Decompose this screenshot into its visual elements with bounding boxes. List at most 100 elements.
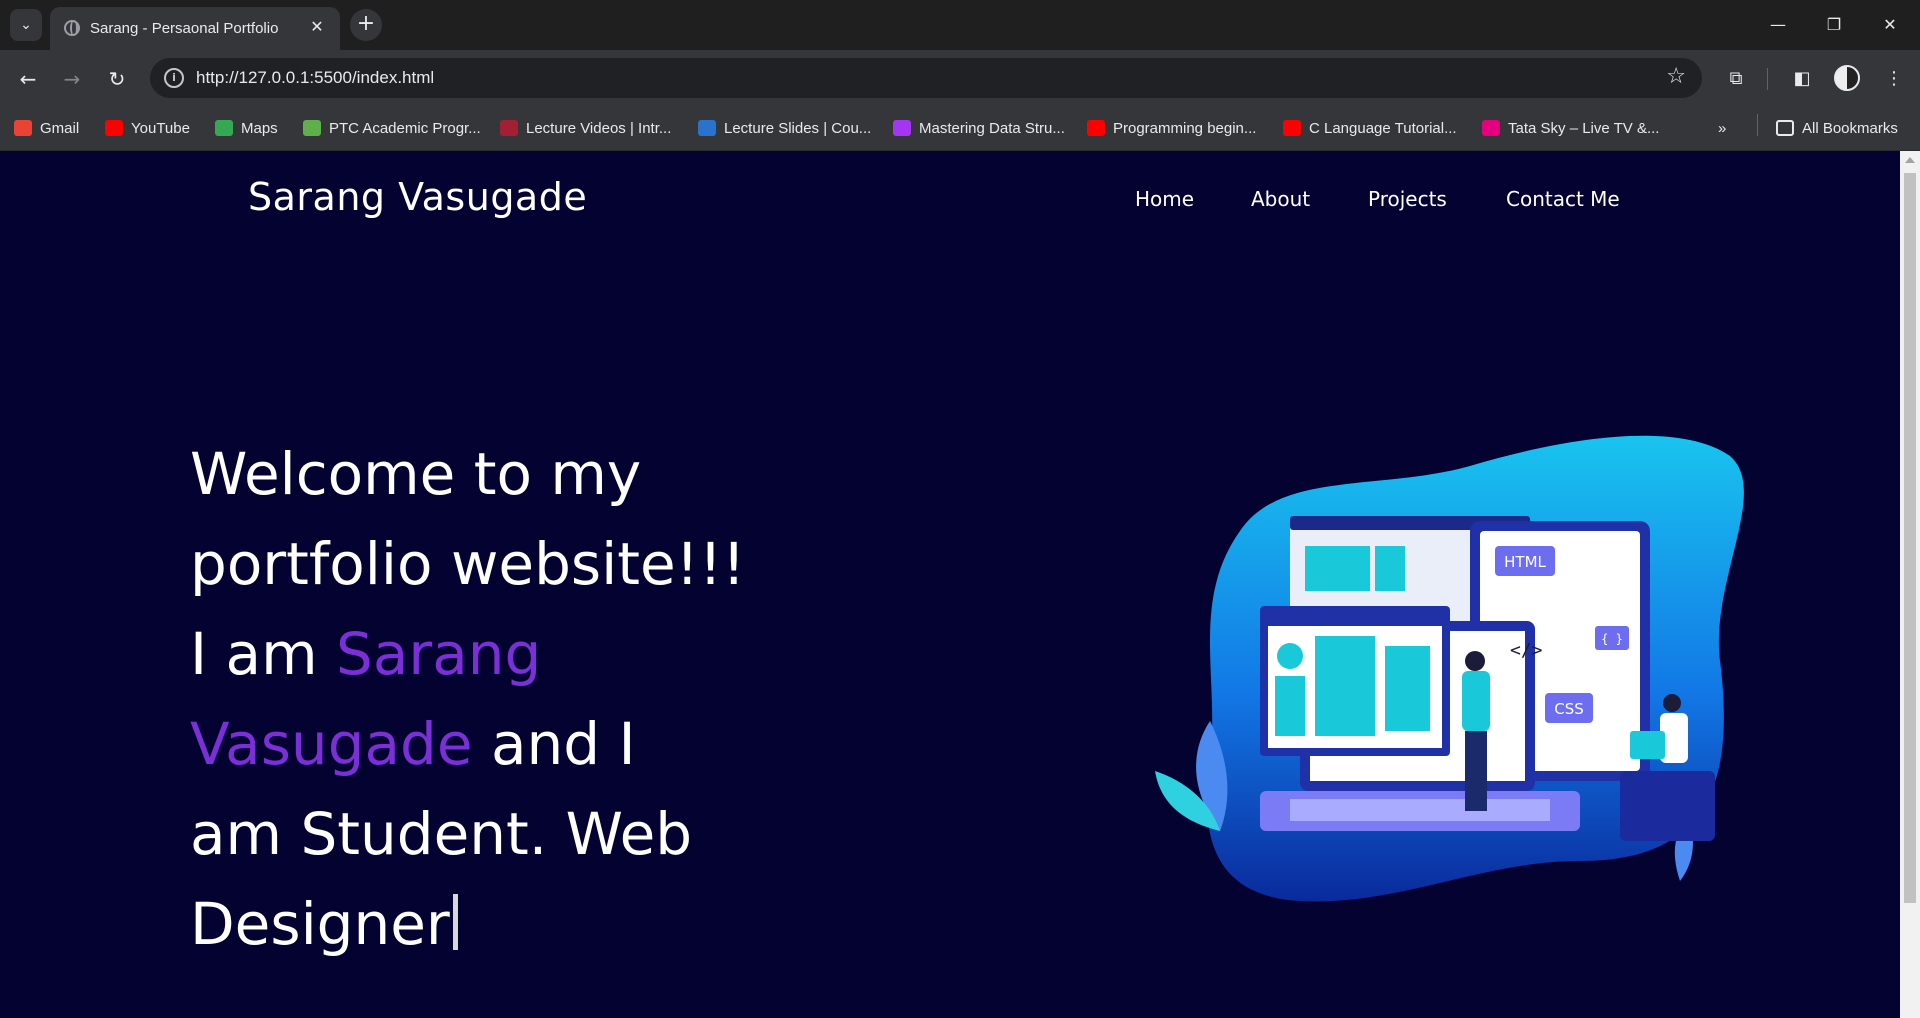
bookmarks-bar: Gmail YouTube Maps PTC Academic Progr... Lec… <box>0 106 1920 151</box>
back-button[interactable]: ← <box>12 63 44 95</box>
avatar-shape <box>1277 643 1303 669</box>
browser-chrome: ⌄ Sarang - Persaonal Portfolio ✕ + — ❐ ✕… <box>0 0 1920 151</box>
bookmark-star-icon[interactable]: ☆ <box>1666 64 1686 89</box>
card-block <box>1305 546 1370 591</box>
tab-title: Sarang - Persaonal Portfolio <box>90 20 279 37</box>
toolbar: ← → ↻ i ☆ ⧉ ◧ ⋮ <box>0 50 1920 106</box>
developer-legs <box>1465 731 1487 811</box>
bookmark-item[interactable]: PTC Academic Progr... <box>303 116 481 140</box>
site-logo[interactable]: Sarang Vasugade <box>248 175 587 219</box>
mit-icon <box>500 120 518 136</box>
udemy-icon <box>893 120 911 136</box>
bookmark-label: Mastering Data Stru... <box>919 119 1065 137</box>
hero-text: I am <box>190 620 337 688</box>
bookmark-label: PTC Academic Progr... <box>329 119 481 137</box>
youtube-icon <box>105 120 123 136</box>
close-window-button[interactable]: ✕ <box>1870 10 1910 40</box>
content-block <box>1315 636 1375 736</box>
bookmark-label: Tata Sky – Live TV &... <box>1508 119 1660 137</box>
extensions-icon[interactable]: ⧉ <box>1722 65 1750 93</box>
code-tag-label: </> <box>1510 640 1543 661</box>
hero-line: am Student. Web <box>190 800 693 868</box>
seat-block <box>1620 771 1715 841</box>
new-tab-button[interactable]: + <box>350 9 382 41</box>
portfolio-page: Sarang Vasugade Home About Projects Cont… <box>0 151 1900 1018</box>
tab-strip: ⌄ Sarang - Persaonal Portfolio ✕ + — ❐ ✕ <box>0 0 1920 50</box>
side-panel-icon[interactable]: ◧ <box>1788 65 1816 93</box>
html-badge-label: HTML <box>1504 553 1546 571</box>
hero-line: Welcome to my <box>190 440 642 508</box>
typed-role: Designer <box>190 890 450 958</box>
youtube-icon <box>1087 120 1105 136</box>
hero-line: Designer <box>190 879 790 969</box>
bookmark-label: C Language Tutorial... <box>1309 119 1457 137</box>
tataplay-icon <box>1482 120 1500 136</box>
hero-line: portfolio website!!! <box>190 530 746 598</box>
url-input[interactable] <box>196 66 1496 90</box>
minimize-button[interactable]: — <box>1758 10 1798 40</box>
more-bookmarks-chevron-icon[interactable]: » <box>1718 116 1726 140</box>
sitting-person-head <box>1663 694 1681 712</box>
hero-text: and I <box>472 710 636 778</box>
tab-search-button[interactable]: ⌄ <box>10 9 42 41</box>
hero-line: Vasugade and I <box>190 699 790 789</box>
bookmark-item[interactable]: C Language Tutorial... <box>1283 116 1457 140</box>
card-block <box>1375 546 1405 591</box>
developer-head <box>1465 651 1485 671</box>
ptc-icon <box>303 120 321 136</box>
site-info-icon[interactable]: i <box>164 68 184 88</box>
scroll-up-arrow-icon[interactable] <box>1905 157 1915 163</box>
hero-heading: Welcome to my portfolio website!!! I am … <box>190 429 790 969</box>
bookmark-label: Programming begin... <box>1113 119 1257 137</box>
hero-line: I am Sarang <box>190 609 790 699</box>
menu-icon[interactable]: ⋮ <box>1880 65 1908 93</box>
bookmark-item[interactable]: Mastering Data Stru... <box>893 116 1065 140</box>
gmail-icon <box>14 120 32 136</box>
page-scrollbar[interactable] <box>1900 151 1920 1018</box>
globe-icon <box>64 20 80 36</box>
youtube-icon <box>1283 120 1301 136</box>
bookmark-item[interactable]: YouTube <box>105 116 190 140</box>
coursera-icon <box>698 120 716 136</box>
close-tab-icon[interactable]: ✕ <box>306 16 328 38</box>
all-bookmarks-label: All Bookmarks <box>1802 119 1898 137</box>
bookmark-label: Maps <box>241 119 278 137</box>
bookmark-item[interactable]: Lecture Videos | Intr... <box>500 116 671 140</box>
toolbar-divider <box>1767 68 1768 90</box>
bookmark-label: Lecture Slides | Cou... <box>724 119 872 137</box>
profile-avatar[interactable] <box>1834 65 1860 91</box>
forward-button[interactable]: → <box>56 63 88 95</box>
bookmark-item[interactable]: Programming begin... <box>1087 116 1256 140</box>
bookmark-label: YouTube <box>131 119 190 137</box>
web-developer-illustration: HTML { } CSS </> <box>1155 435 1744 902</box>
bookmark-item[interactable]: Tata Sky – Live TV &... <box>1482 116 1659 140</box>
bookmark-item[interactable]: Lecture Slides | Cou... <box>698 116 871 140</box>
hero-name-last: Vasugade <box>190 710 473 778</box>
reload-button[interactable]: ↻ <box>101 63 133 95</box>
content-block <box>1385 646 1430 731</box>
mini-laptop <box>1630 731 1665 759</box>
bookmark-label: Gmail <box>40 119 80 137</box>
maps-icon <box>215 120 233 136</box>
content-block <box>1275 676 1305 736</box>
bookmark-label: Lecture Videos | Intr... <box>526 119 672 137</box>
typing-cursor <box>452 894 458 950</box>
laptop-keyboard <box>1290 799 1550 821</box>
scrollbar-thumb[interactable] <box>1904 173 1916 903</box>
nav-contact-me[interactable]: Contact Me <box>1506 187 1620 211</box>
nav-home[interactable]: Home <box>1135 187 1194 211</box>
bookmarks-divider <box>1757 114 1758 136</box>
active-tab[interactable]: Sarang - Persaonal Portfolio ✕ <box>50 7 340 50</box>
nav-about[interactable]: About <box>1251 187 1310 211</box>
braces-badge-label: { } <box>1601 632 1623 646</box>
developer-body <box>1462 671 1490 731</box>
bookmark-item[interactable]: Maps <box>215 116 278 140</box>
folder-icon <box>1776 120 1794 136</box>
restore-button[interactable]: ❐ <box>1814 10 1854 40</box>
all-bookmarks-button[interactable]: All Bookmarks <box>1776 116 1898 140</box>
bookmark-item[interactable]: Gmail <box>14 116 79 140</box>
hero-name-first: Sarang <box>336 620 542 688</box>
address-bar[interactable]: i ☆ <box>150 58 1702 98</box>
css-badge-label: CSS <box>1554 700 1584 718</box>
nav-projects[interactable]: Projects <box>1368 187 1447 211</box>
